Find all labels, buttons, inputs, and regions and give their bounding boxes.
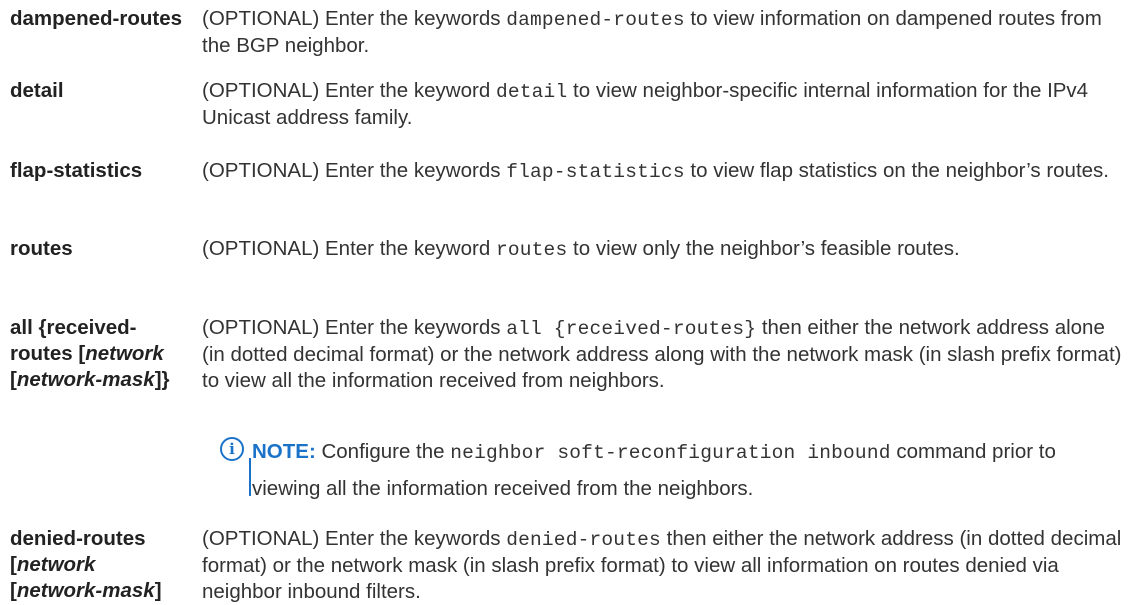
param-term: flap-statistics (10, 159, 143, 182)
inline-code: neighbor soft-reconfiguration inbound (450, 442, 891, 464)
note-text: NOTE: Configure the neighbor soft-reconf… (252, 440, 1056, 500)
inline-code: denied-routes (506, 529, 661, 551)
inline-code: flap-statistics (506, 161, 685, 183)
note: i NOTE: Configure the neighbor soft-reco… (220, 434, 1120, 500)
param-description: (OPTIONAL) Enter the keyword detail to v… (202, 79, 1089, 129)
param-description: (OPTIONAL) Enter the keywords dampened-r… (202, 7, 1102, 57)
param-term: denied-routes [network [network-mask] (10, 527, 162, 602)
inline-code: detail (495, 81, 568, 103)
param-term: dampened-routes (10, 7, 182, 30)
param-term: all {received- routes [network [network-… (10, 316, 170, 391)
param-description: (OPTIONAL) Enter the keywords flap-stati… (202, 159, 1109, 183)
inline-code: routes (495, 239, 568, 261)
param-description: (OPTIONAL) Enter the keywords denied-rou… (202, 527, 1122, 603)
info-icon: i (220, 437, 244, 461)
note-label: NOTE: (252, 440, 316, 463)
param-term: detail (10, 79, 64, 102)
param-description: (OPTIONAL) Enter the keywords all {recei… (202, 316, 1122, 392)
inline-code: dampened-routes (506, 9, 685, 31)
inline-code: all {received-routes} (506, 318, 757, 340)
param-description: (OPTIONAL) Enter the keyword routes to v… (202, 237, 960, 261)
note-divider (249, 458, 251, 496)
param-term: routes (10, 237, 73, 260)
